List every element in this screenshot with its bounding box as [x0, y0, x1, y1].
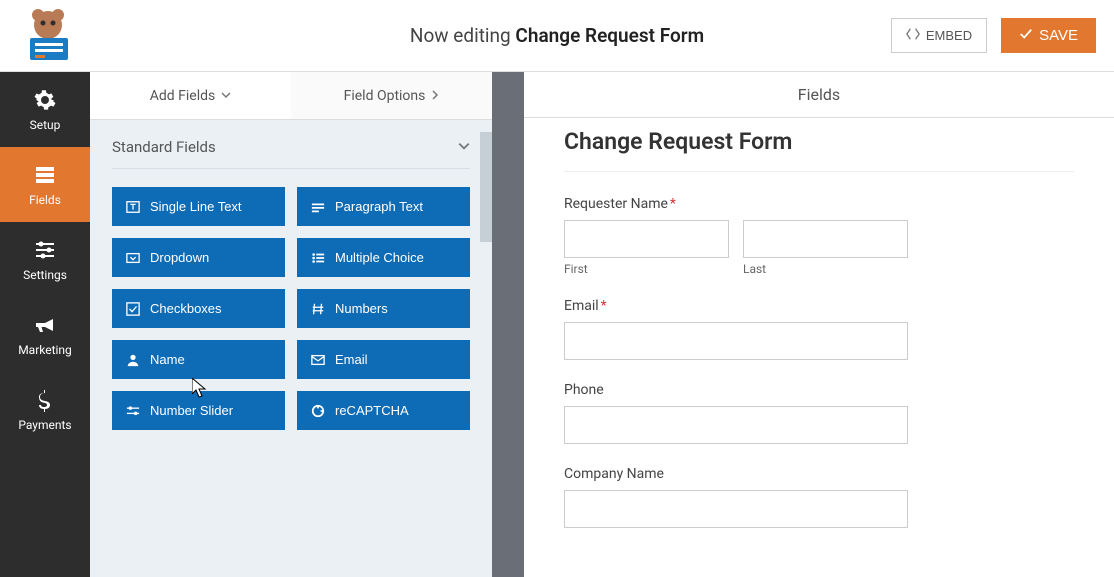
sublabel-last: Last [743, 262, 908, 276]
save-button[interactable]: SAVE [1001, 18, 1096, 53]
field-paragraph-text[interactable]: Paragraph Text [297, 187, 470, 226]
sidebar-item-setup[interactable]: Setup [0, 72, 90, 147]
sidebar-item-fields[interactable]: Fields [0, 147, 90, 222]
list-ul-icon [311, 251, 325, 265]
embed-button[interactable]: EMBED [891, 18, 987, 53]
check-icon [1019, 27, 1033, 45]
field-numbers[interactable]: Numbers [297, 289, 470, 328]
section-standard-fields[interactable]: Standard Fields [112, 138, 470, 169]
check-square-icon [126, 302, 140, 316]
tab-field-options[interactable]: Field Options [291, 72, 492, 119]
page-title: Now editing Change Request Form [410, 24, 704, 47]
label-phone: Phone [564, 382, 1074, 398]
paragraph-icon [311, 200, 325, 214]
field-email[interactable]: Email [297, 340, 470, 379]
hash-icon [311, 302, 325, 316]
field-phone[interactable]: Phone [564, 382, 1074, 444]
recaptcha-icon [311, 404, 325, 418]
chevron-down-icon [221, 88, 231, 104]
user-icon [126, 353, 140, 367]
field-name[interactable]: Name [112, 340, 285, 379]
form-title[interactable]: Change Request Form [564, 128, 1074, 172]
sidebar-item-marketing[interactable]: Marketing [0, 297, 90, 372]
envelope-icon [311, 353, 325, 367]
text-icon [126, 200, 140, 214]
input-last-name[interactable] [743, 220, 908, 258]
fields-panel: Add Fields Field Options Standard Fields… [90, 72, 492, 577]
input-first-name[interactable] [564, 220, 729, 258]
title-form-name: Change Request Form [515, 24, 704, 47]
field-requester-name[interactable]: Requester Name* First Last [564, 196, 1074, 276]
list-icon [33, 163, 57, 187]
scrollbar[interactable] [480, 132, 492, 242]
input-company[interactable] [564, 490, 908, 528]
panel-divider [492, 72, 524, 577]
sliders-icon [33, 238, 57, 262]
input-email[interactable] [564, 322, 908, 360]
tab-add-fields[interactable]: Add Fields [90, 72, 291, 119]
field-checkboxes[interactable]: Checkboxes [112, 289, 285, 328]
sublabel-first: First [564, 262, 729, 276]
label-email: Email* [564, 298, 1074, 314]
preview-tab-fields[interactable]: Fields [524, 72, 1114, 118]
field-dropdown[interactable]: Dropdown [112, 238, 285, 277]
dropdown-icon [126, 251, 140, 265]
topbar: Now editing Change Request Form EMBED SA… [0, 0, 1114, 72]
sliders-h-icon [126, 404, 140, 418]
field-multiple-choice[interactable]: Multiple Choice [297, 238, 470, 277]
bullhorn-icon [33, 313, 57, 337]
sidebar-item-settings[interactable]: Settings [0, 222, 90, 297]
sidebar-item-payments[interactable]: Payments [0, 372, 90, 447]
dollar-icon [33, 388, 57, 412]
app-logo [18, 8, 78, 63]
input-phone[interactable] [564, 406, 908, 444]
field-number-slider[interactable]: Number Slider [112, 391, 285, 430]
title-prefix: Now editing [410, 24, 516, 47]
field-email[interactable]: Email* [564, 298, 1074, 360]
field-recaptcha[interactable]: reCAPTCHA [297, 391, 470, 430]
form-preview: Fields Change Request Form Requester Nam… [524, 72, 1114, 577]
label-company: Company Name [564, 466, 1074, 482]
code-icon [906, 27, 920, 44]
sidebar: Setup Fields Settings Marketing Payments [0, 72, 90, 577]
gear-icon [33, 88, 57, 112]
field-company[interactable]: Company Name [564, 466, 1074, 528]
chevron-down-icon [458, 138, 470, 156]
field-single-line-text[interactable]: Single Line Text [112, 187, 285, 226]
label-requester-name: Requester Name* [564, 196, 1074, 212]
chevron-right-icon [431, 88, 439, 104]
